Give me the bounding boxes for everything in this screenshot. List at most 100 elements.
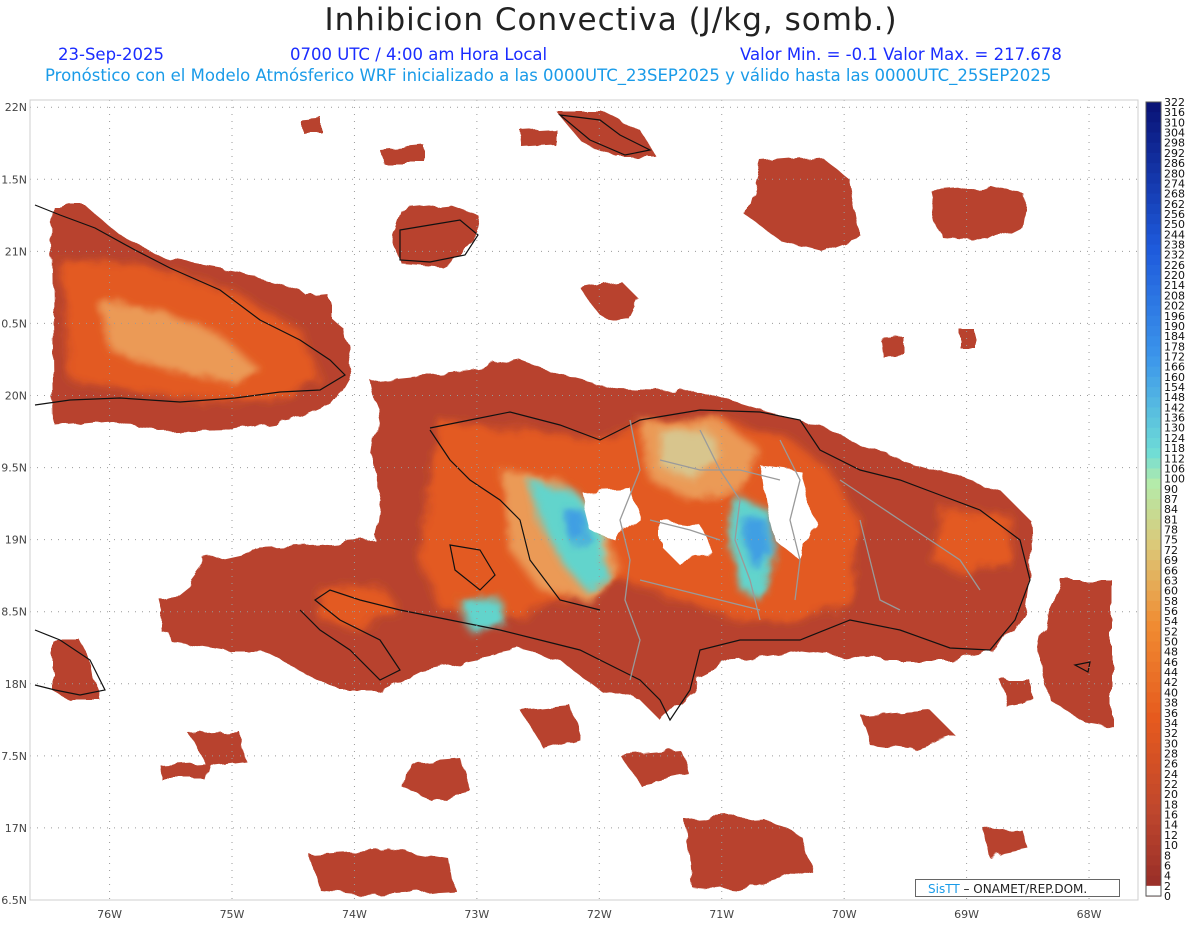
x-tick-label: 68W: [1077, 908, 1102, 921]
y-tick-label: 1.5N: [1, 173, 27, 186]
y-tick-label: 17N: [5, 822, 27, 835]
colorbar-swatch: [1146, 590, 1161, 602]
colorbar-swatch: [1146, 784, 1161, 795]
colorbar-swatch: [1146, 325, 1161, 337]
colorbar-swatch: [1146, 356, 1161, 368]
y-tick-label: 7.5N: [1, 750, 27, 763]
y-tick-label: 9.5N: [1, 462, 27, 475]
colorbar-swatch: [1146, 417, 1161, 429]
colorbar-swatch: [1146, 387, 1161, 398]
y-tick-label: 8.5N: [1, 606, 27, 619]
colorbar-swatch: [1146, 478, 1161, 490]
x-tick-label: 71W: [709, 908, 734, 921]
colorbar-swatch: [1146, 641, 1161, 653]
colorbar-swatch: [1146, 865, 1161, 877]
y-tick-label: 0.5N: [1, 317, 27, 330]
y-tick-label: 22N: [5, 101, 27, 114]
colorbar-swatch: [1146, 264, 1161, 276]
colorbar-swatch: [1146, 407, 1161, 419]
colorbar-swatch: [1146, 539, 1161, 551]
colorbar-swatch: [1146, 529, 1161, 541]
colorbar-swatch: [1146, 468, 1161, 480]
colorbar-swatch: [1146, 549, 1161, 561]
x-tick-label: 75W: [220, 908, 245, 921]
colorbar-swatch: [1146, 427, 1161, 439]
colorbar-swatch: [1146, 112, 1161, 123]
colorbar-swatch: [1146, 621, 1161, 632]
x-tick-label: 70W: [832, 908, 857, 921]
colorbar-swatch: [1146, 163, 1161, 174]
colorbar-swatch: [1146, 773, 1161, 785]
colorbar-swatch: [1146, 804, 1161, 816]
colorbar: 3223163103042982922862802742682622562502…: [1145, 96, 1185, 903]
y-tick-label: 19N: [5, 534, 27, 547]
colorbar-swatch: [1146, 702, 1161, 714]
colorbar-swatch: [1146, 661, 1161, 673]
sispi-logo: SisTT: [928, 882, 960, 896]
colorbar-swatch: [1146, 875, 1161, 887]
colorbar-swatch: [1146, 692, 1161, 704]
y-tick-label: 6.5N: [1, 894, 27, 907]
colorbar-swatch: [1146, 295, 1161, 307]
colorbar-swatch: [1146, 254, 1161, 266]
colorbar-swatch: [1146, 285, 1161, 297]
colorbar-swatch: [1146, 712, 1161, 724]
x-axis: 76W 75W 74W 73W 72W 71W 70W 69W 68W: [97, 908, 1101, 921]
forecast-map: 76W 75W 74W 73W 72W 71W 70W 69W 68W 22N 1.5N 21N 0.…: [1, 96, 1185, 921]
colorbar-swatch: [1146, 631, 1161, 643]
credit-text: – ONAMET/REP.DOM.: [959, 882, 1088, 896]
y-axis: 22N 1.5N 21N 0.5N 20N 9.5N 19N 8.5N 18N 7.5N 17N 6.…: [1, 101, 27, 907]
colorbar-swatch: [1146, 570, 1161, 582]
colorbar-swatch: [1146, 794, 1161, 805]
colorbar-swatch: [1146, 834, 1161, 846]
colorbar-swatch: [1146, 346, 1161, 358]
colorbar-swatch: [1146, 560, 1161, 571]
colorbar-swatch: [1146, 213, 1161, 225]
colorbar-swatch: [1146, 102, 1161, 113]
colorbar-swatch: [1146, 824, 1161, 836]
colorbar-swatch: [1146, 682, 1161, 694]
colorbar-swatch: [1146, 173, 1161, 185]
colorbar-swatch: [1146, 499, 1161, 510]
colorbar-swatch: [1146, 275, 1161, 286]
colorbar-swatch: [1146, 315, 1161, 327]
x-tick-label: 74W: [342, 908, 367, 921]
colorbar-swatch: [1146, 488, 1161, 500]
colorbar-swatch: [1146, 580, 1161, 592]
colorbar-swatch: [1146, 509, 1161, 520]
credit-box: SisTT – ONAMET/REP.DOM.: [915, 879, 1120, 897]
colorbar-swatch: [1146, 122, 1161, 134]
colorbar-swatch: [1146, 305, 1161, 317]
colorbar-swatch: [1146, 814, 1161, 826]
x-tick-label: 69W: [954, 908, 979, 921]
colorbar-swatch: [1146, 152, 1161, 164]
colorbar-swatch: [1146, 753, 1161, 765]
colorbar-swatch: [1146, 336, 1161, 347]
colorbar-swatch: [1146, 610, 1161, 622]
colorbar-swatch: [1146, 845, 1161, 856]
colorbar-swatch: [1146, 437, 1161, 449]
colorbar-swatch: [1146, 763, 1161, 775]
x-tick-label: 76W: [97, 908, 122, 921]
colorbar-swatch: [1146, 651, 1161, 663]
colorbar-swatch: [1146, 743, 1161, 755]
colorbar-swatch: [1146, 885, 1161, 896]
x-tick-label: 72W: [587, 908, 612, 921]
colorbar-swatch: [1146, 376, 1161, 388]
y-tick-label: 18N: [5, 678, 27, 691]
colorbar-swatch: [1146, 519, 1161, 531]
colorbar-swatch: [1146, 183, 1161, 195]
colorbar-swatch: [1146, 672, 1161, 683]
colorbar-swatch: [1146, 855, 1161, 867]
colorbar-swatch: [1146, 448, 1161, 459]
y-tick-label: 20N: [5, 389, 27, 402]
colorbar-swatch: [1146, 132, 1161, 144]
colorbar-swatch: [1146, 733, 1161, 744]
y-tick-label: 21N: [5, 245, 27, 258]
colorbar-swatch: [1146, 244, 1161, 256]
colorbar-swatch: [1146, 142, 1161, 154]
colorbar-swatch: [1146, 722, 1161, 734]
x-tick-label: 73W: [464, 908, 489, 921]
colorbar-swatch: [1146, 224, 1161, 235]
colorbar-swatch: [1146, 366, 1161, 378]
